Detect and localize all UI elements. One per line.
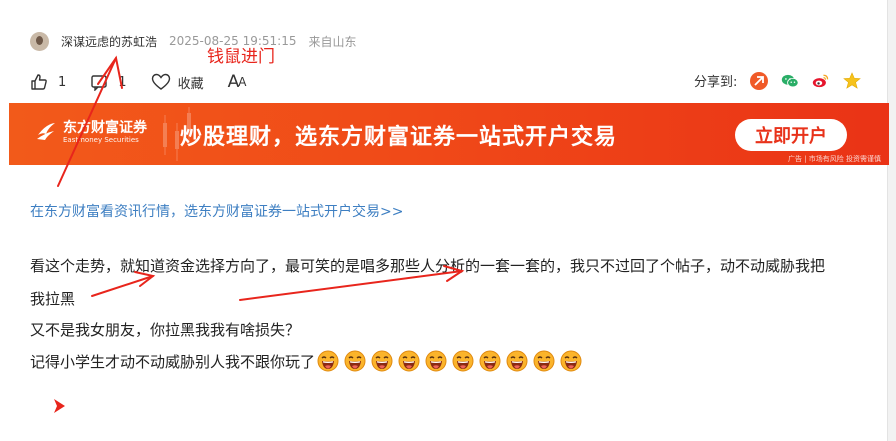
weibo-icon[interactable] [812,72,830,90]
open-account-button[interactable]: 立即开户 [735,119,847,151]
promo-link[interactable]: 在东方财富看资讯行情，选东方财富证券一站式开户交易>> [30,201,403,221]
comment-count: 1 [118,74,127,90]
post-meta: 深谋远虑的苏虹浩 2025-08-25 19:51:15 来自山东 [30,31,356,51]
chevron-right-icon[interactable] [51,396,69,416]
content-line-text: 记得小学生才动不动威胁别人我不跟你玩了 [30,352,316,371]
laughing-face-icon [479,350,501,372]
logo-en: Eastmoney Securities [63,136,139,144]
banner-slogan: 炒股理财，选东方财富证券一站式开户交易 [180,125,618,150]
emoji-group [317,350,587,372]
font-size-big: A [227,72,240,92]
laughing-face-icon [344,350,366,372]
share-label: 分享到: [694,75,738,90]
comment-icon [91,75,107,91]
annotation-text: 钱鼠进门 [207,47,275,67]
laughing-face-icon [425,350,447,372]
author-name[interactable]: 深谋远虑的苏虹浩 [61,33,157,50]
font-size-button[interactable]: AA [227,72,247,92]
eastmoney-logo-icon [37,123,55,140]
logo-cn: 东方财富证券 [63,120,147,136]
post-actions: 1 1 收藏 AA [30,70,269,94]
comment-button[interactable]: 1 [90,73,127,91]
ad-disclaimer: 广告 | 市场有风险 投资需谨慎 [787,155,881,163]
collect-label: 收藏 [177,76,204,92]
laughing-face-icon [371,350,393,372]
content-line: 又不是我女朋友，你拉黑我我有啥损失？ [30,321,301,339]
qzone-star-icon[interactable] [843,71,862,90]
post-location: 来自山东 [308,34,357,49]
ad-banner[interactable]: 东方财富证券 Eastmoney Securities 炒股理财，选东方财富证券… [9,103,889,165]
heart-icon [151,73,170,90]
content-line-with-emoji: 记得小学生才动不动威胁别人我不跟你玩了 [30,350,587,372]
content-line: 我拉黑 [30,290,76,308]
laughing-face-icon [398,350,420,372]
content-line: 看这个走势，就知道资金选择方向了，最可笑的是唱多那些人分析的一套一套的，我只不过… [30,257,826,275]
share-bar: 分享到: [694,71,862,90]
share-guba-icon[interactable] [750,71,769,90]
laughing-face-icon [452,350,474,372]
laughing-face-icon [560,350,582,372]
like-count: 1 [58,74,67,90]
like-button[interactable]: 1 [30,73,66,91]
font-size-small: A [238,75,246,89]
wechat-icon[interactable] [781,72,799,90]
eastmoney-logo: 东方财富证券 Eastmoney Securities [35,120,147,145]
laughing-face-icon [533,350,555,372]
thumbs-up-icon [31,74,47,90]
avatar[interactable] [30,31,49,51]
collect-button[interactable]: 收藏 [151,73,204,92]
laughing-face-icon [506,350,528,372]
laughing-face-icon [317,350,339,372]
scrollbar-track[interactable] [887,0,896,441]
